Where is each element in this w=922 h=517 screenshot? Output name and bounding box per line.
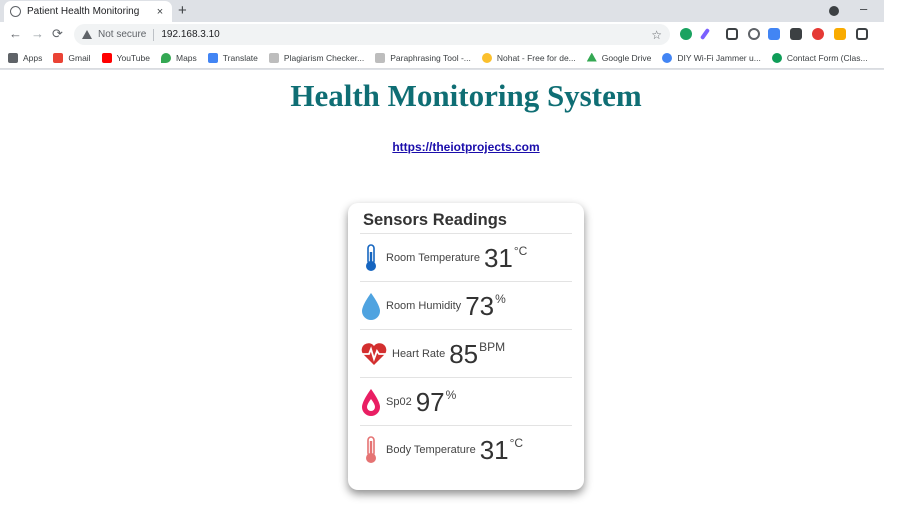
reading-spo2: Sp02 97 % bbox=[360, 377, 572, 425]
bookmark-diy-wifi-jammer[interactable]: DIY Wi-Fi Jammer u... bbox=[662, 52, 761, 63]
toolbar: ← → ⟳ Not secure 192.168.3.10 ☆ bbox=[0, 22, 884, 47]
extension-screenshot-icon[interactable] bbox=[726, 28, 738, 40]
thermometer-icon bbox=[360, 435, 382, 465]
profile-icon[interactable] bbox=[829, 6, 839, 16]
page-title: Health Monitoring System bbox=[290, 78, 642, 113]
tab-strip: Patient Health Monitoring × + – bbox=[0, 0, 884, 22]
bookmark-maps[interactable]: Maps bbox=[160, 52, 197, 63]
tab-title: Patient Health Monitoring bbox=[27, 6, 140, 17]
reading-unit: % bbox=[445, 388, 457, 402]
extension-translate-icon[interactable] bbox=[768, 28, 780, 40]
bookmark-youtube[interactable]: YouTube bbox=[101, 52, 150, 63]
warning-icon bbox=[82, 30, 92, 39]
browser-chrome: Patient Health Monitoring × + – ← → ⟳ No… bbox=[0, 0, 884, 70]
extension-pen-icon[interactable] bbox=[699, 27, 711, 41]
extension-car-icon[interactable] bbox=[856, 28, 868, 40]
reading-value: 73 bbox=[465, 290, 495, 321]
translate-icon bbox=[207, 52, 218, 63]
sensors-card: Sensors Readings Room Temperature 31 °C … bbox=[348, 203, 584, 490]
bookmark-google-drive[interactable]: Google Drive bbox=[586, 52, 651, 63]
apps-grid-icon bbox=[8, 52, 18, 63]
heartbeat-icon bbox=[360, 339, 388, 369]
reading-room-temperature: Room Temperature 31 °C bbox=[360, 233, 572, 281]
reading-unit: °C bbox=[509, 436, 524, 450]
tab-patient-health-monitoring[interactable]: Patient Health Monitoring × bbox=[4, 1, 172, 22]
bookmark-translate[interactable]: Translate bbox=[207, 52, 258, 63]
reading-unit: % bbox=[495, 292, 506, 306]
reload-button[interactable]: ⟳ bbox=[52, 26, 63, 42]
bookmark-contact-form[interactable]: Contact Form (Clas... bbox=[771, 52, 868, 63]
security-label[interactable]: Not secure bbox=[98, 29, 146, 40]
bookmark-star-icon[interactable]: ☆ bbox=[651, 28, 662, 42]
blood-drop-icon bbox=[360, 387, 382, 417]
bookmark-gmail[interactable]: Gmail bbox=[53, 52, 91, 63]
bookmark-site-icon bbox=[771, 52, 782, 63]
reading-unit: °C bbox=[513, 244, 528, 258]
reading-body-temperature: Body Temperature 31 °C bbox=[360, 425, 572, 473]
reading-room-humidity: Room Humidity 73 % bbox=[360, 281, 572, 329]
reading-value: 97 bbox=[415, 386, 445, 417]
omnibox-divider bbox=[153, 28, 155, 41]
extension-grammar-icon[interactable] bbox=[680, 28, 692, 40]
bookmarks-bar: Apps Gmail YouTube Maps Translate Plagia… bbox=[0, 47, 884, 69]
extension-badge-icon[interactable] bbox=[834, 28, 846, 40]
youtube-icon bbox=[101, 52, 112, 63]
bookmark-nohat[interactable]: Nohat - Free for de... bbox=[481, 52, 576, 63]
address-bar[interactable]: Not secure 192.168.3.10 ☆ bbox=[74, 24, 670, 45]
water-drop-icon bbox=[360, 291, 382, 321]
thermometer-icon bbox=[360, 243, 382, 273]
bookmark-apps[interactable]: Apps bbox=[8, 52, 42, 63]
extension-at-icon[interactable] bbox=[748, 28, 760, 40]
back-button[interactable]: ← bbox=[9, 26, 22, 42]
globe-icon bbox=[10, 6, 21, 17]
bookmark-site-icon bbox=[268, 52, 279, 63]
minimize-button[interactable]: – bbox=[860, 1, 867, 16]
site-link[interactable]: https://theiotprojects.com bbox=[0, 140, 922, 154]
reading-unit: BPM bbox=[479, 340, 506, 354]
extension-adblock-icon[interactable] bbox=[812, 28, 824, 40]
tab-close-button[interactable]: × bbox=[154, 6, 166, 18]
reading-heart-rate: Heart Rate 85 BPM bbox=[360, 329, 572, 377]
gmail-icon bbox=[53, 52, 64, 63]
extension-m-icon[interactable] bbox=[790, 28, 802, 40]
bookmark-site-icon bbox=[375, 52, 386, 63]
card-heading: Sensors Readings bbox=[363, 211, 507, 229]
bookmark-site-icon bbox=[662, 52, 673, 63]
bookmark-paraphrasing-tool[interactable]: Paraphrasing Tool -... bbox=[375, 52, 471, 63]
google-drive-icon bbox=[586, 52, 597, 62]
reading-value: 85 bbox=[449, 338, 479, 369]
bookmark-plagiarism-checker[interactable]: Plagiarism Checker... bbox=[268, 52, 364, 63]
forward-button[interactable]: → bbox=[31, 26, 44, 42]
maps-pin-icon bbox=[160, 52, 171, 63]
reading-value: 31 bbox=[483, 242, 513, 273]
nohat-icon bbox=[481, 52, 492, 63]
url-text[interactable]: 192.168.3.10 bbox=[161, 29, 651, 40]
reading-value: 31 bbox=[479, 434, 509, 465]
new-tab-button[interactable]: + bbox=[178, 3, 187, 18]
